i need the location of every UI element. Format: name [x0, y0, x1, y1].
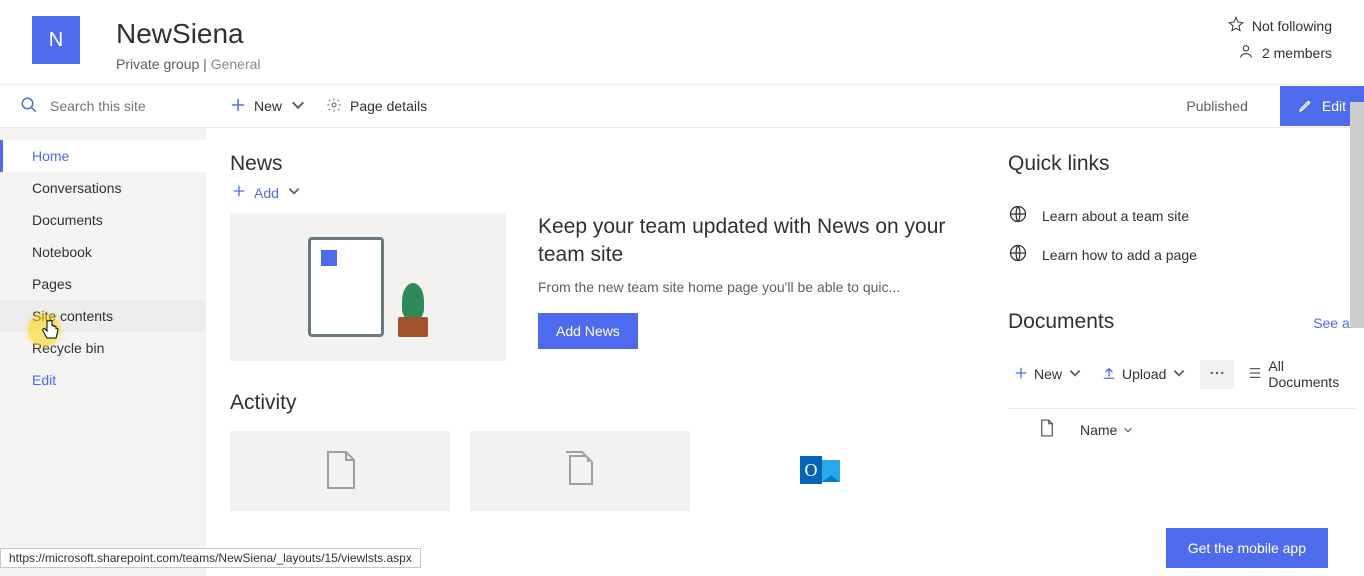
person-icon	[1238, 43, 1254, 62]
divider: |	[199, 56, 210, 72]
news-block: Keep your team updated with News on your…	[230, 213, 984, 361]
doc-more-button[interactable]	[1200, 360, 1234, 389]
site-header: N NewSiena Private group | General Not f…	[0, 0, 1364, 84]
activity-card[interactable]	[230, 431, 450, 511]
chevron-down-icon	[1123, 422, 1133, 438]
new-button[interactable]: New	[230, 97, 306, 116]
chevron-down-icon	[290, 97, 306, 116]
star-outline-icon	[1228, 16, 1244, 35]
quicklinks-section-title: Quick links	[1008, 152, 1356, 176]
center-column: News Add Keep your team updated with New…	[230, 152, 984, 576]
site-title-block: NewSiena Private group | General	[116, 16, 261, 72]
members-button[interactable]: 2 members	[1238, 43, 1332, 62]
pencil-icon	[1298, 97, 1314, 116]
file-icon	[1040, 424, 1054, 440]
activity-section-title: Activity	[230, 391, 984, 415]
command-bar: New Page details Published Edit	[206, 86, 1364, 126]
documents-toolbar: New Upload All Documents	[1008, 344, 1356, 404]
all-documents-label: All Documents	[1268, 358, 1350, 390]
quicklink-label: Learn how to add a page	[1042, 247, 1197, 263]
page-details-label: Page details	[350, 98, 427, 114]
news-text: Keep your team updated with News on your…	[538, 213, 984, 361]
right-column: Quick links Learn about a team site Lear…	[984, 152, 1364, 576]
upload-icon	[1102, 366, 1116, 383]
not-following-label: Not following	[1252, 18, 1332, 34]
nav-item-documents[interactable]: Documents	[0, 204, 206, 236]
documents-icon	[556, 446, 604, 497]
gear-icon	[326, 97, 342, 116]
news-add-label: Add	[254, 185, 279, 201]
plus-icon	[1014, 366, 1028, 383]
plus-icon	[230, 97, 246, 116]
page-details-button[interactable]: Page details	[326, 97, 427, 116]
news-section-title: News	[230, 152, 984, 176]
file-type-header[interactable]	[1040, 419, 1064, 440]
doc-upload-label: Upload	[1122, 366, 1166, 382]
nav-item-recycle-bin[interactable]: Recycle bin	[0, 332, 206, 364]
plus-icon	[232, 184, 246, 201]
left-nav: Home Conversations Documents Notebook Pa…	[0, 128, 206, 576]
search-input[interactable]	[50, 98, 231, 114]
activity-cards: O	[230, 431, 984, 511]
documents-section-title: Documents	[1008, 310, 1114, 334]
quicklink-item[interactable]: Learn how to add a page	[1008, 235, 1356, 274]
doc-upload-button[interactable]: Upload	[1096, 362, 1192, 387]
chevron-down-icon	[1172, 366, 1186, 383]
nav-item-conversations[interactable]: Conversations	[0, 172, 206, 204]
globe-icon	[1008, 204, 1028, 227]
chevron-down-icon	[1068, 366, 1082, 383]
main-content: News Add Keep your team updated with New…	[206, 128, 1364, 576]
news-heading: Keep your team updated with News on your…	[538, 213, 984, 269]
news-description: From the new team site home page you'll …	[538, 279, 984, 295]
news-illustration	[230, 213, 506, 361]
news-add-button[interactable]: Add	[232, 184, 984, 201]
get-mobile-app-button[interactable]: Get the mobile app	[1166, 528, 1328, 568]
activity-card[interactable]	[470, 431, 690, 511]
add-news-button[interactable]: Add News	[538, 313, 638, 349]
site-header-actions: Not following 2 members	[1228, 16, 1332, 62]
published-status: Published	[1186, 98, 1248, 114]
globe-icon	[1008, 243, 1028, 266]
chevron-down-icon	[287, 184, 301, 201]
members-label: 2 members	[1262, 45, 1332, 61]
nav-item-site-contents[interactable]: Site contents	[0, 300, 206, 332]
name-column-header[interactable]: Name	[1080, 422, 1133, 438]
ellipsis-icon	[1210, 366, 1224, 383]
quicklink-item[interactable]: Learn about a team site	[1008, 196, 1356, 235]
document-icon	[316, 446, 364, 497]
nav-item-home[interactable]: Home	[0, 140, 206, 172]
scrollbar[interactable]	[1350, 102, 1364, 328]
doc-new-button[interactable]: New	[1008, 362, 1088, 387]
group-type-label: Private group	[116, 56, 199, 72]
quicklink-label: Learn about a team site	[1042, 208, 1189, 224]
site-logo[interactable]: N	[32, 16, 80, 64]
doc-new-label: New	[1034, 366, 1062, 382]
nav-item-edit[interactable]: Edit	[0, 364, 206, 396]
search-icon	[20, 96, 38, 117]
page-body: Home Conversations Documents Notebook Pa…	[0, 128, 1364, 576]
documents-list-header: Name	[1008, 408, 1356, 450]
activity-card-outlook[interactable]: O	[710, 431, 930, 511]
nav-item-notebook[interactable]: Notebook	[0, 236, 206, 268]
documents-header: Documents See all	[1008, 310, 1356, 334]
channel-label[interactable]: General	[211, 56, 261, 72]
site-subtitle: Private group | General	[116, 56, 261, 72]
site-title[interactable]: NewSiena	[116, 16, 261, 52]
toolbar: New Page details Published Edit	[0, 84, 1364, 128]
edit-label: Edit	[1322, 98, 1346, 114]
nav-item-pages[interactable]: Pages	[0, 268, 206, 300]
all-documents-view[interactable]: All Documents	[1242, 354, 1356, 394]
new-label: New	[254, 98, 282, 114]
not-following-button[interactable]: Not following	[1228, 16, 1332, 35]
search-box[interactable]	[0, 85, 206, 127]
outlook-icon: O	[796, 446, 844, 497]
list-icon	[1248, 366, 1262, 383]
name-column-label: Name	[1080, 422, 1117, 438]
svg-text:O: O	[805, 460, 818, 480]
browser-status-bar: https://microsoft.sharepoint.com/teams/N…	[0, 548, 421, 568]
